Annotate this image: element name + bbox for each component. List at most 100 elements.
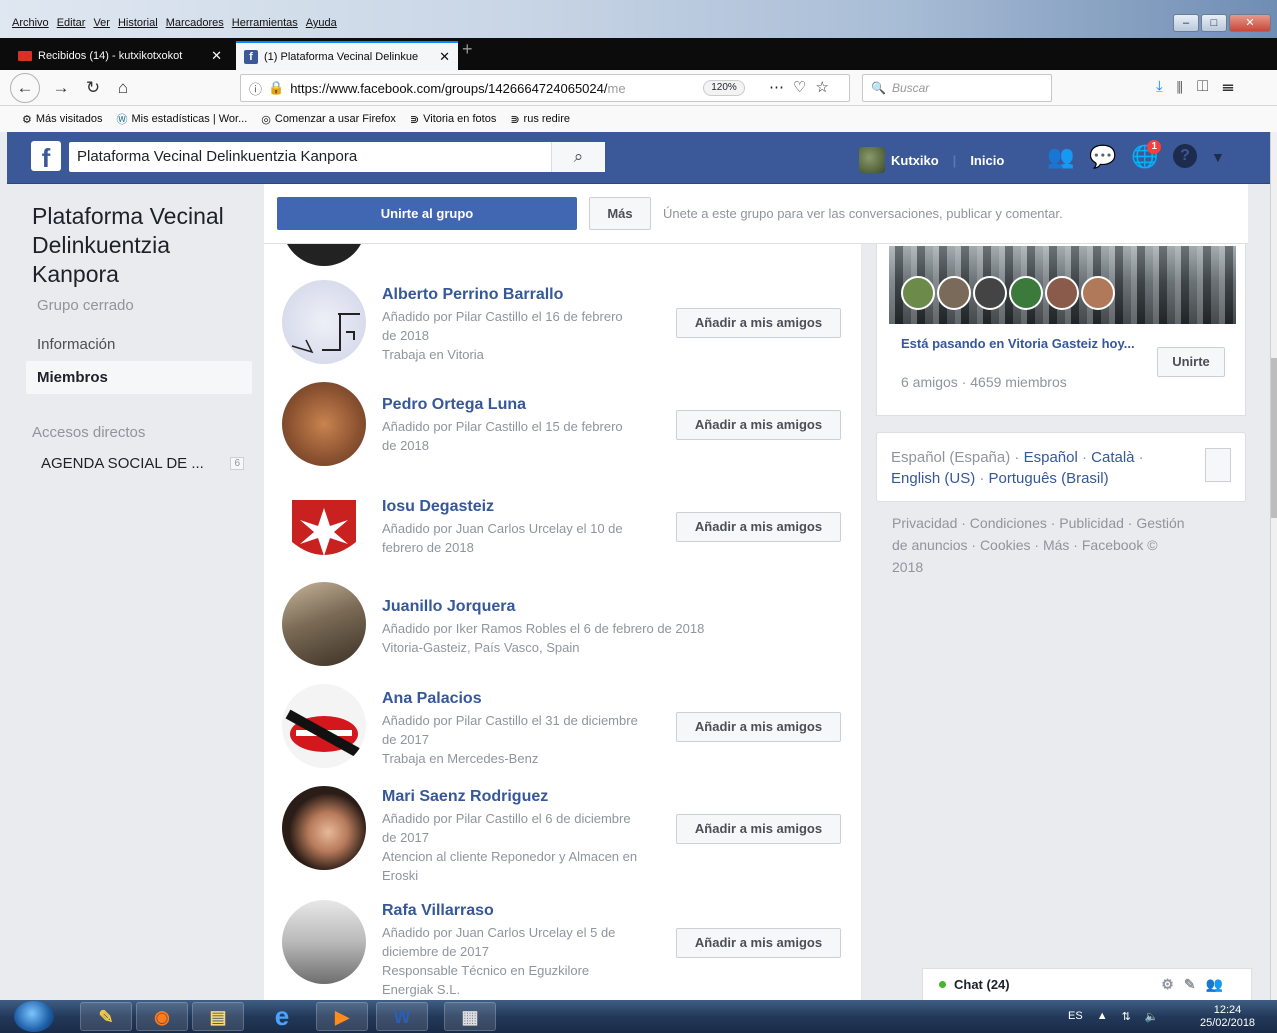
scrollbar-thumb[interactable] — [1271, 358, 1277, 518]
bookmark-most-visited[interactable]: ⚙ Más visitados — [22, 113, 103, 126]
member-photo[interactable] — [282, 786, 366, 870]
menu-icon[interactable]: ☰ — [1222, 78, 1247, 95]
library-icon[interactable]: ⫴ — [1177, 78, 1197, 95]
menu-herramientas[interactable]: Herramientas — [232, 17, 298, 29]
paint-icon[interactable]: ✎ — [80, 1002, 132, 1031]
add-friend-button[interactable]: Añadir a mis amigos — [676, 512, 841, 542]
avatar[interactable] — [973, 276, 1007, 310]
bookmark-stats[interactable]: Ⓦ Mis estadísticas | Wor... — [117, 111, 248, 127]
member-photo[interactable] — [282, 582, 366, 666]
home-button[interactable]: ⌂ — [110, 76, 136, 100]
chevron-up-icon[interactable]: ▲ — [1097, 1010, 1108, 1023]
minimize-button[interactable]: – — [1173, 14, 1199, 32]
menu-ver[interactable]: Ver — [93, 17, 110, 29]
document-icon[interactable]: ▦ — [444, 1002, 496, 1031]
menu-editar[interactable]: Editar — [57, 17, 86, 29]
nav-informacion[interactable]: Información — [26, 328, 252, 361]
menu-marcadores[interactable]: Marcadores — [166, 17, 224, 29]
avatar[interactable] — [1081, 276, 1115, 310]
messenger-icon[interactable]: 💬 — [1089, 144, 1117, 170]
search-icon[interactable]: ⌕ — [551, 142, 605, 172]
download-icon[interactable]: ⤓ — [1156, 78, 1177, 95]
zoom-level[interactable]: 120% — [703, 80, 745, 96]
page-actions-icon[interactable]: ⋯ — [769, 79, 793, 96]
chevron-down-icon[interactable]: ▼ — [1211, 144, 1225, 170]
group-title[interactable]: Plataforma Vecinal Delinkuentzia Kanpora — [32, 202, 246, 289]
facebook-search-input[interactable]: Plataforma Vecinal Delinkuentzia Kanpora — [69, 142, 605, 172]
bookmark-star-icon[interactable]: ☆ — [815, 79, 837, 96]
scrollbar-track[interactable] — [1270, 132, 1277, 1000]
bookmark-rus[interactable]: ⋑ rus redire — [510, 113, 570, 126]
member-name[interactable]: Iosu Degasteiz — [382, 498, 667, 516]
menu-ayuda[interactable]: Ayuda — [306, 17, 337, 29]
join-group-button[interactable]: Unirte al grupo — [277, 197, 577, 230]
add-friend-button[interactable]: Añadir a mis amigos — [676, 928, 841, 958]
tab-facebook[interactable]: f (1) Plataforma Vecinal Delinkue ✕ — [236, 41, 458, 70]
close-tab-icon[interactable]: ✕ — [211, 48, 222, 64]
volume-icon[interactable]: 🔈 — [1145, 1010, 1159, 1023]
more-languages-button[interactable] — [1205, 448, 1231, 482]
info-icon[interactable]: ⓘ — [249, 79, 262, 98]
word-icon[interactable]: W — [376, 1002, 428, 1031]
sidebar-icon[interactable]: ◫ — [1197, 78, 1222, 95]
member-photo[interactable] — [282, 280, 366, 364]
member-name[interactable]: Mari Saenz Rodriguez — [382, 788, 667, 806]
more-button[interactable]: Más — [589, 197, 651, 230]
avatar[interactable] — [1045, 276, 1079, 310]
language-link[interactable]: Español — [1024, 449, 1078, 466]
add-friend-button[interactable]: Añadir a mis amigos — [676, 308, 841, 338]
facebook-logo[interactable]: f — [31, 141, 61, 173]
add-friend-button[interactable]: Añadir a mis amigos — [676, 814, 841, 844]
new-tab-button[interactable]: + — [462, 39, 473, 60]
help-icon[interactable]: ? — [1173, 144, 1197, 168]
bookmark-firefox[interactable]: ◎ Comenzar a usar Firefox — [261, 113, 396, 126]
menu-historial[interactable]: Historial — [118, 17, 158, 29]
close-tab-icon[interactable]: ✕ — [439, 49, 450, 65]
friend-requests-icon[interactable]: 👥 — [1047, 144, 1075, 170]
firefox-icon[interactable]: ◉ — [136, 1002, 188, 1031]
maximize-button[interactable]: □ — [1201, 14, 1227, 32]
add-people-icon[interactable]: 👥 — [1206, 976, 1233, 992]
member-photo[interactable] — [282, 382, 366, 466]
address-bar[interactable]: ⓘ 🔒 https://www.facebook.com/groups/1426… — [240, 74, 850, 102]
shortcut-item[interactable]: AGENDA SOCIAL DE ... 6 — [26, 449, 252, 478]
folder-icon[interactable]: ▤ — [192, 1002, 244, 1031]
compose-icon[interactable]: ✎ — [1184, 976, 1206, 992]
member-photo[interactable] — [282, 684, 366, 768]
bookmark-vitoria[interactable]: ⋑ Vitoria en fotos — [410, 113, 496, 126]
language-link[interactable]: Català — [1091, 449, 1134, 466]
gear-icon[interactable]: ⚙ — [1161, 976, 1184, 992]
language-indicator[interactable]: ES — [1068, 1010, 1083, 1023]
happening-image[interactable] — [889, 246, 1236, 324]
reload-button[interactable]: ↻ — [80, 76, 106, 100]
start-button[interactable] — [14, 1001, 54, 1032]
pocket-icon[interactable]: ♡ — [793, 79, 815, 96]
chat-bar[interactable]: Chat (24) ⚙✎👥 — [922, 968, 1252, 1000]
add-friend-button[interactable]: Añadir a mis amigos — [676, 410, 841, 440]
search-input[interactable]: 🔍 Buscar — [862, 74, 1052, 102]
happening-title[interactable]: Está pasando en Vitoria Gasteiz hoy... — [901, 334, 1141, 354]
back-button[interactable]: ← — [10, 73, 40, 103]
menu-archivo[interactable]: Archivo — [12, 17, 49, 29]
close-window-button[interactable]: ✕ — [1229, 14, 1271, 32]
member-name[interactable]: Juanillo Jorquera — [382, 598, 802, 616]
notifications-icon[interactable]: 🌐 1 — [1131, 140, 1161, 170]
language-link[interactable]: Português (Brasil) — [989, 470, 1109, 487]
language-link[interactable]: English (US) — [891, 470, 975, 487]
add-friend-button[interactable]: Añadir a mis amigos — [676, 712, 841, 742]
network-icon[interactable]: ⇅ — [1122, 1010, 1131, 1023]
join-button[interactable]: Unirte — [1157, 347, 1225, 377]
user-profile-link[interactable]: Kutxiko | Inicio — [859, 147, 1004, 173]
footer-links[interactable]: Privacidad · Condiciones · Publicidad · … — [892, 512, 1192, 578]
avatar[interactable] — [901, 276, 935, 310]
member-name[interactable]: Alberto Perrino Barrallo — [382, 286, 667, 304]
ie-icon[interactable]: e — [256, 1002, 308, 1031]
member-name[interactable]: Pedro Ortega Luna — [382, 396, 667, 414]
member-name[interactable]: Ana Palacios — [382, 690, 667, 708]
home-link[interactable]: Inicio — [970, 153, 1004, 168]
member-name[interactable]: Rafa Villarraso — [382, 902, 667, 920]
media-icon[interactable]: ▶ — [316, 1002, 368, 1031]
member-photo-partial[interactable] — [282, 244, 366, 266]
forward-button[interactable]: → — [48, 76, 74, 100]
avatar[interactable] — [937, 276, 971, 310]
